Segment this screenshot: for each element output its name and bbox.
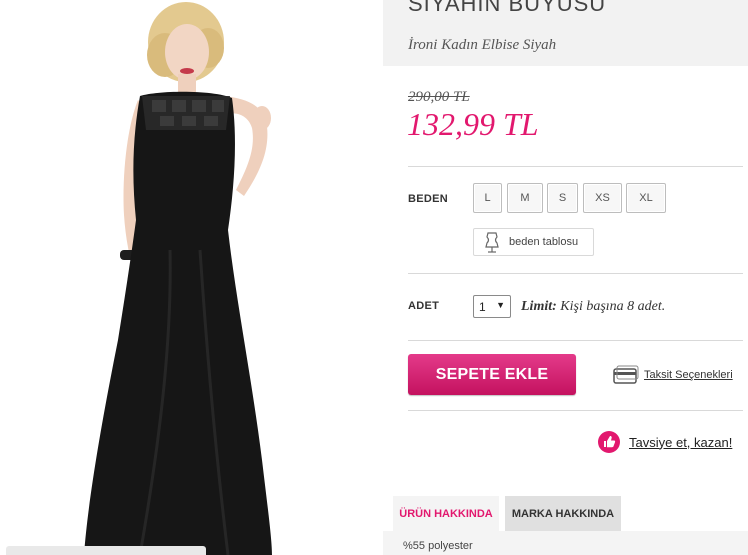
tab-content: %55 polyester: [383, 531, 748, 555]
product-image[interactable]: [0, 0, 383, 555]
divider: [408, 340, 743, 341]
chevron-down-icon: ▼: [496, 300, 505, 310]
size-option-xs[interactable]: XS: [583, 183, 622, 213]
purchase-limit: Limit: Kişi başına 8 adet.: [521, 299, 665, 315]
credit-card-icon: [613, 365, 639, 384]
tab-product-info[interactable]: ÜRÜN HAKKINDA: [393, 496, 499, 531]
recommend-label: Tavsiye et, kazan!: [629, 434, 733, 450]
add-to-cart-button[interactable]: SEPETE EKLE: [408, 354, 576, 395]
installment-options-label: Taksit Seçenekleri: [644, 369, 733, 381]
dress-form-icon: [485, 232, 499, 253]
title-band: SIYAHIN BÜYÜSÜ İroni Kadın Elbise Siyah: [383, 0, 748, 66]
divider: [408, 410, 743, 411]
limit-label: Limit:: [521, 299, 557, 314]
quantity-label: ADET: [408, 300, 440, 312]
quantity-select[interactable]: 1 ▼: [473, 295, 511, 318]
size-option-xl[interactable]: XL: [626, 183, 666, 213]
product-info-panel: SIYAHIN BÜYÜSÜ İroni Kadın Elbise Siyah …: [383, 0, 748, 555]
divider: [408, 166, 743, 167]
size-option-s[interactable]: S: [547, 183, 578, 213]
tab-brand-info[interactable]: MARKA HAKKINDA: [505, 496, 621, 531]
old-price: 290,00 TL: [408, 89, 470, 105]
size-option-l[interactable]: L: [473, 183, 502, 213]
size-chart-label: beden tablosu: [509, 236, 579, 248]
recommend-link[interactable]: Tavsiye et, kazan!: [598, 431, 732, 453]
divider: [408, 273, 743, 274]
size-option-m[interactable]: M: [507, 183, 543, 213]
quantity-value: 1: [479, 299, 486, 314]
size-chart-button[interactable]: beden tablosu: [473, 228, 594, 256]
thumbnail-strip[interactable]: [6, 546, 206, 555]
model-photo: [84, 2, 272, 555]
thumbs-up-icon: [598, 431, 620, 453]
size-label: BEDEN: [408, 193, 449, 205]
product-material: %55 polyester: [403, 540, 473, 552]
sale-price: 132,99 TL: [407, 106, 539, 142]
installment-options-link[interactable]: Taksit Seçenekleri: [613, 365, 733, 385]
product-name: İroni Kadın Elbise Siyah: [408, 37, 557, 53]
brand-title: SIYAHIN BÜYÜSÜ: [408, 0, 607, 16]
limit-text: Kişi başına 8 adet.: [556, 299, 666, 314]
